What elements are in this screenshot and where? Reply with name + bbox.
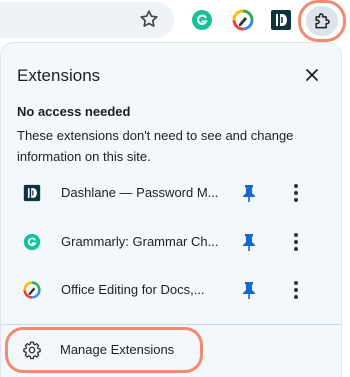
divider [1, 324, 341, 325]
extension-name: Office Editing for Docs,... [61, 282, 205, 297]
extension-name: Dashlane — Password M... [61, 185, 219, 200]
pin-icon[interactable] [240, 183, 258, 203]
browser-toolbar [0, 0, 350, 42]
more-options-icon[interactable] [286, 182, 306, 204]
section-heading: No access needed [17, 104, 131, 119]
extensions-menu-button[interactable] [306, 6, 338, 36]
extensions-popup: Extensions No access needed These extens… [0, 42, 342, 377]
extension-row-dashlane[interactable]: Dashlane — Password M... [1, 173, 341, 213]
office-editing-icon [23, 281, 41, 299]
manage-extensions-label: Manage Extensions [60, 342, 175, 357]
grammarly-icon [23, 233, 41, 251]
star-icon[interactable] [138, 8, 160, 30]
gear-icon [22, 340, 42, 360]
manage-extensions-button[interactable]: Manage Extensions [5, 327, 203, 373]
dashlane-icon [23, 184, 41, 202]
more-options-icon[interactable] [286, 279, 306, 301]
popup-title: Extensions [17, 66, 101, 85]
extensions-menu-highlight [298, 0, 346, 42]
close-icon[interactable] [302, 65, 322, 85]
office-editing-icon[interactable] [232, 9, 254, 31]
dashlane-icon[interactable] [270, 9, 292, 31]
section-description: These extensions don't need to see and c… [17, 128, 294, 164]
puzzle-icon [315, 13, 330, 29]
extension-row-office-editing[interactable]: Office Editing for Docs,... [1, 270, 341, 310]
grammarly-icon[interactable] [191, 9, 213, 31]
pin-icon[interactable] [240, 280, 258, 300]
more-options-icon[interactable] [286, 231, 306, 253]
extension-name: Grammarly: Grammar Ch... [61, 234, 219, 249]
pin-icon[interactable] [240, 232, 258, 252]
extension-row-grammarly[interactable]: Grammarly: Grammar Ch... [1, 222, 341, 262]
